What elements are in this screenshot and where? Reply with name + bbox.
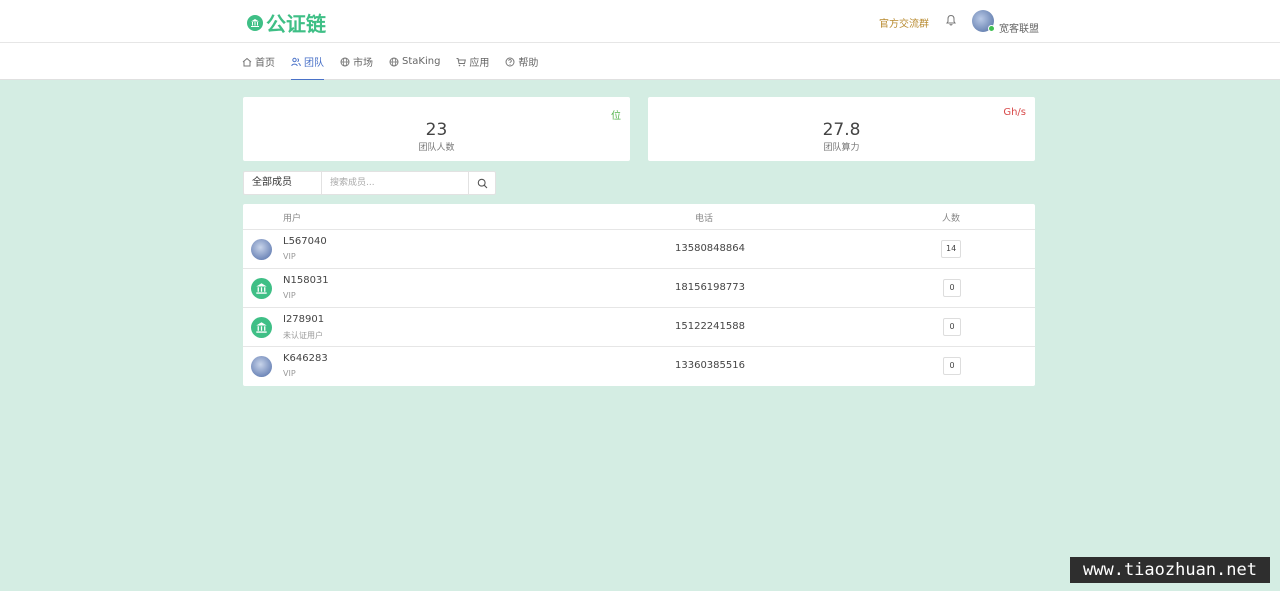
member-count-badge: 14 (941, 240, 962, 258)
logo[interactable]: 公证链 (247, 8, 326, 37)
bank-icon (247, 14, 263, 31)
nav-label: StaKing (402, 56, 441, 67)
member-phone: 18156198773 (675, 282, 745, 293)
nav-label: 首页 (255, 58, 275, 69)
member-type-select[interactable]: 全部成员 (244, 172, 322, 194)
member-count-badge: 0 (943, 357, 961, 375)
member-table: 用户 电话 人数 L567040 VIP 13580848864 14 N158… (243, 204, 1035, 386)
member-name: L567040 (283, 236, 327, 247)
nav-item-team[interactable]: 团队 (291, 43, 324, 80)
stat-unit: Gh/s (1003, 107, 1026, 118)
nav-item-help[interactable]: 帮助 (505, 43, 538, 80)
column-header-user: 用户 (283, 214, 302, 224)
watermark: www.tiaozhuan.net (1070, 557, 1270, 583)
table-header: 用户 电话 人数 (243, 204, 1035, 230)
avatar (251, 239, 272, 260)
stat-value: 27.8 (822, 120, 861, 140)
team-icon (291, 57, 301, 66)
bank-icon (251, 317, 272, 338)
bank-icon (251, 278, 272, 299)
team-hashrate-card: Gh/s 27.8 团队算力 (648, 97, 1035, 161)
nav-label: 应用 (469, 58, 490, 69)
search-button[interactable] (468, 172, 495, 194)
member-count-badge: 0 (943, 279, 961, 297)
member-level: VIP (283, 252, 296, 261)
table-row[interactable]: L567040 VIP 13580848864 14 (243, 230, 1035, 269)
member-level: VIP (283, 369, 296, 378)
table-row[interactable]: N158031 VIP 18156198773 0 (243, 269, 1035, 308)
nav-item-home[interactable]: 首页 (242, 43, 275, 80)
team-size-card: 位 23 团队人数 (243, 97, 630, 161)
member-name: I278901 (283, 314, 325, 325)
cart-icon (456, 57, 467, 66)
online-status-dot (988, 25, 995, 32)
member-phone: 13580848864 (675, 243, 745, 254)
username[interactable]: 宽客联盟 (999, 20, 1039, 35)
nav-bar: 首页 团队 市场 StaKing 应用 帮助 (0, 43, 1280, 80)
stat-label: 团队人数 (418, 143, 455, 153)
nav-item-market[interactable]: 市场 (340, 43, 373, 80)
official-group-link[interactable]: 官方交流群 (879, 15, 929, 30)
nav-label: 市场 (353, 58, 373, 69)
member-search-input[interactable] (322, 172, 468, 194)
nav-label: 团队 (304, 58, 324, 69)
logo-text: 公证链 (266, 12, 326, 36)
member-name: K646283 (283, 353, 328, 364)
top-bar: 公证链 官方交流群 宽客联盟 (0, 0, 1280, 43)
column-header-count: 人数 (942, 214, 961, 224)
avatar (251, 356, 272, 377)
nav-item-staking[interactable]: StaKing (389, 43, 440, 80)
home-icon (242, 57, 252, 66)
member-phone: 15122241588 (675, 321, 745, 332)
member-count-badge: 0 (943, 318, 961, 336)
globe-icon (340, 57, 350, 66)
column-header-phone: 电话 (695, 214, 714, 224)
member-filter: 全部成员 (243, 171, 496, 195)
member-level: 未认证用户 (283, 331, 323, 340)
member-level: VIP (283, 291, 296, 300)
search-icon (477, 178, 487, 188)
table-row[interactable]: I278901 未认证用户 15122241588 0 (243, 308, 1035, 347)
nav-label: 帮助 (518, 58, 539, 69)
table-row[interactable]: K646283 VIP 13360385516 0 (243, 347, 1035, 386)
globe-icon (389, 57, 399, 66)
help-icon (505, 57, 515, 66)
member-name: N158031 (283, 275, 329, 286)
bell-icon[interactable] (945, 14, 957, 26)
stat-value: 23 (425, 120, 448, 140)
nav-item-apps[interactable]: 应用 (456, 43, 489, 80)
main-nav: 首页 团队 市场 StaKing 应用 帮助 (242, 43, 554, 80)
member-phone: 13360385516 (675, 360, 745, 371)
stat-label: 团队算力 (823, 143, 860, 153)
